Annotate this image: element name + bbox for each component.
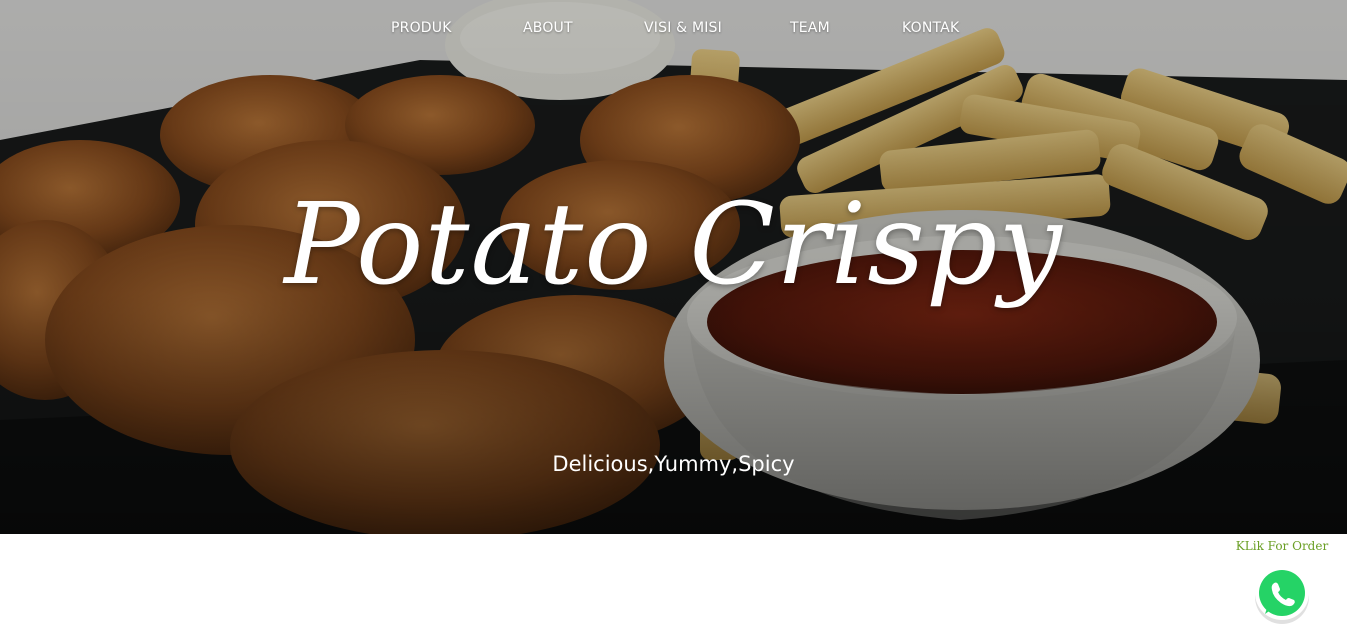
nav-item-produk[interactable]: PRODUK bbox=[391, 20, 452, 36]
hero-section: PRODUK ABOUT VISI & MISI TEAM KONTAK Pot… bbox=[0, 0, 1347, 534]
whatsapp-order-button[interactable] bbox=[1253, 562, 1311, 626]
whatsapp-icon bbox=[1255, 566, 1309, 624]
main-nav: PRODUK ABOUT VISI & MISI TEAM KONTAK bbox=[0, 0, 1347, 58]
nav-item-about[interactable]: ABOUT bbox=[523, 20, 573, 36]
order-label[interactable]: KLik For Order bbox=[1228, 539, 1336, 553]
nav-item-team[interactable]: TEAM bbox=[790, 20, 830, 36]
nav-item-visi-misi[interactable]: VISI & MISI bbox=[644, 20, 722, 36]
nav-item-kontak[interactable]: KONTAK bbox=[902, 20, 959, 36]
hero-title: Potato Crispy bbox=[284, 180, 1063, 310]
hero-subtitle: Delicious,Yummy,Spicy bbox=[552, 452, 795, 476]
